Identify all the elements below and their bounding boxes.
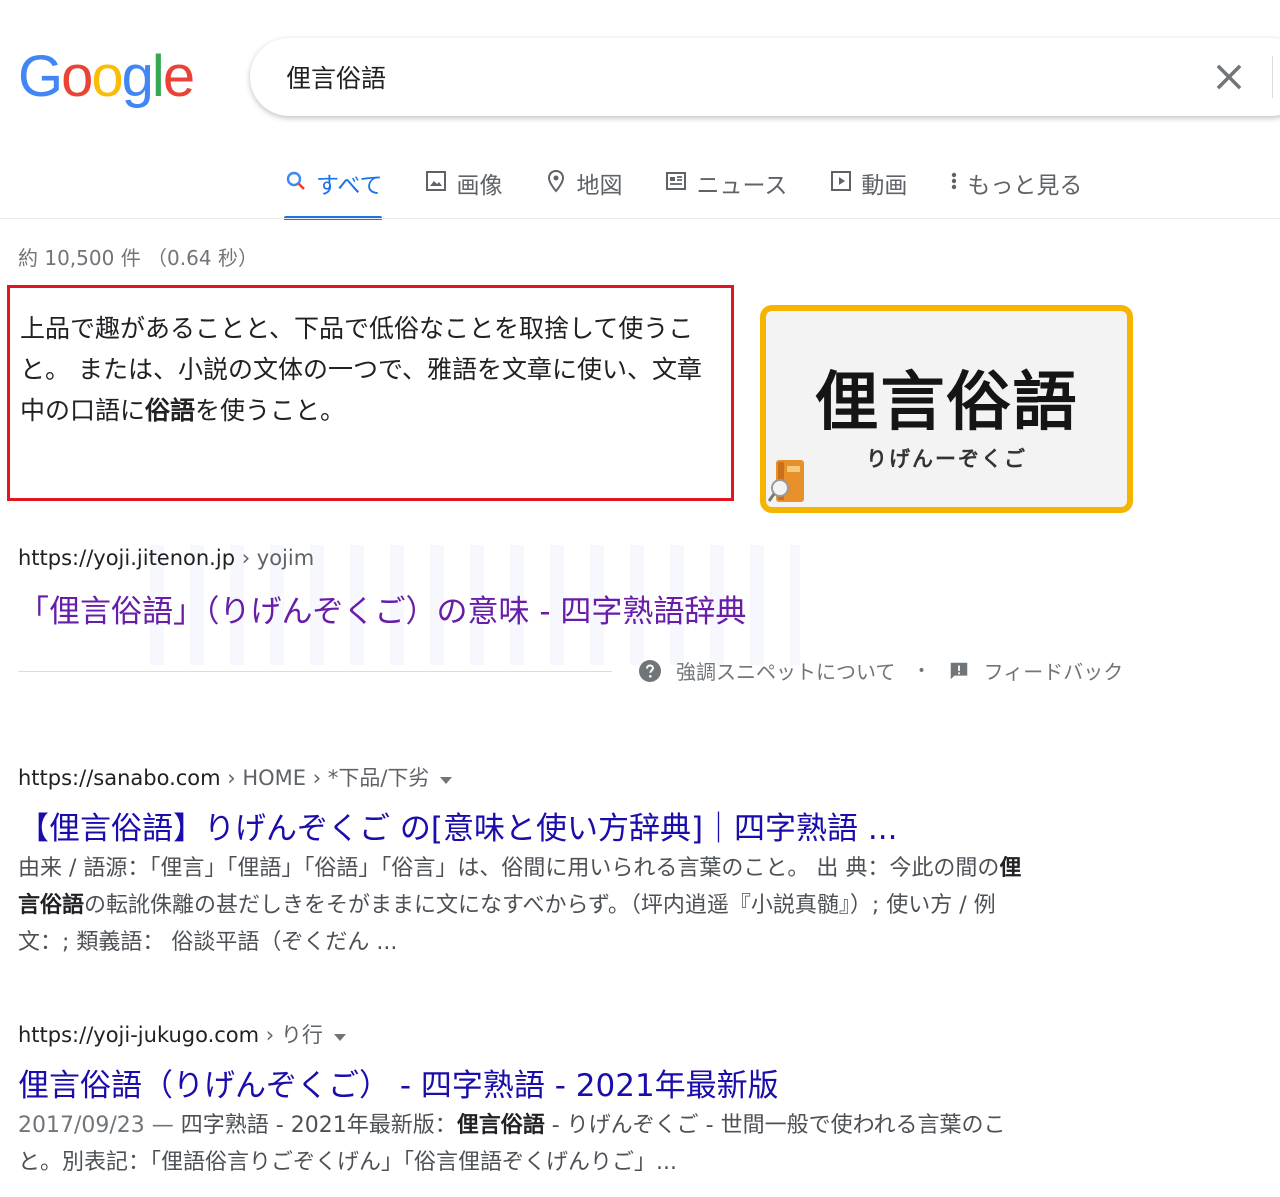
snippet-text-part: を使うこと。 <box>195 396 346 425</box>
snippet-bold-term: 俗語 <box>145 396 196 425</box>
cite-path: › り行 <box>259 1023 323 1047</box>
search-icon <box>286 171 305 190</box>
result-description: 由来 / 語源：「俚言」「俚語」「俗語」「俗言」は、俗間に用いられる言葉のこと。… <box>18 850 1038 961</box>
search-box-divider <box>1272 56 1273 98</box>
tab-images[interactable]: 画像 <box>424 160 502 220</box>
result-date: 2017/09/23 — <box>18 1113 181 1138</box>
thumbnail-subtitle: りげんーぞくご <box>866 446 1027 471</box>
result-cite: https://sanabo.com › HOME › *下品/下劣 <box>18 762 453 792</box>
result-title[interactable]: 俚言俗語（りげんぞくご） - 四字熟語 - 2021年最新版 <box>18 1060 779 1105</box>
tab-label: 画像 <box>456 173 503 199</box>
tab-label: ニュース <box>696 173 788 199</box>
featured-snippet-text: 上品で趣があることと、下品で低俗なことを取捨して使うこと。 または、小説の文体の… <box>20 308 720 431</box>
logo-letter: l <box>151 44 165 109</box>
tab-label: もっと見る <box>967 173 1083 199</box>
snippet-cite: https://yoji.jitenon.jp › yojim <box>18 546 314 570</box>
logo-letter: o <box>61 44 93 109</box>
snippet-result-title[interactable]: 「俚言俗語」（りげんぞくご）の意味 - 四字熟語辞典 <box>18 586 746 631</box>
about-featured-snippets-link[interactable]: 強調スニペットについて <box>638 656 895 685</box>
tab-label: 動画 <box>861 173 908 199</box>
tab-news[interactable]: ニュース <box>664 160 787 220</box>
tab-all[interactable]: すべて <box>284 160 383 220</box>
search-tabs: すべて 画像 地図 ニュース 動画 もっと見る <box>284 160 1124 220</box>
result-cite: https://yoji-jukugo.com › り行 <box>18 1019 347 1049</box>
result-menu-button[interactable] <box>333 1024 347 1048</box>
result-menu-button[interactable] <box>439 767 453 791</box>
map-pin-icon <box>548 169 565 193</box>
logo-letter: e <box>162 44 195 109</box>
cite-domain: https://yoji-jukugo.com <box>18 1023 260 1047</box>
result-title[interactable]: 【俚言俗語】りげんぞくご の[意味と使い方辞典]｜四字熟語 ... <box>18 803 897 848</box>
desc-part: 由来 / 語源：「俚言」「俚語」「俗語」「俗言」は、俗間に用いられる言葉のこと。… <box>18 856 1000 881</box>
thumbnail-title: 俚言俗語 <box>814 365 1079 440</box>
more-vert-icon <box>952 172 957 190</box>
desc-part: の転訛侏離の甚だしきをそがままに文になすべからず。（坪内逍遥『小説真髄』）; 使… <box>18 893 996 955</box>
tab-videos[interactable]: 動画 <box>829 160 907 220</box>
result-description: 2017/09/23 — 四字熟語 - 2021年最新版：俚言俗語 - りげんぞ… <box>18 1107 1038 1181</box>
tab-maps[interactable]: 地図 <box>544 160 622 220</box>
cite-path: › yojim <box>235 546 315 570</box>
caret-down-icon <box>333 1034 346 1041</box>
about-label: 強調スニペットについて <box>676 660 896 684</box>
tab-more[interactable]: もっと見る <box>949 160 1082 220</box>
feedback-icon <box>950 662 967 679</box>
cite-path: › HOME › *下品/下劣 <box>220 766 430 790</box>
cite-domain: https://yoji.jitenon.jp <box>18 546 236 570</box>
snippet-thumbnail[interactable]: 俚言俗語 りげんーぞくご <box>760 305 1133 513</box>
logo-letter: o <box>91 44 123 109</box>
google-logo[interactable]: Google <box>18 44 195 109</box>
tab-label: 地図 <box>576 173 623 199</box>
book-icon <box>768 460 804 502</box>
cite-domain: https://sanabo.com <box>18 766 221 790</box>
logo-letter: g <box>121 44 154 109</box>
snippet-footer: 強調スニペットについて • フィードバック <box>638 656 1123 685</box>
news-icon <box>666 172 687 190</box>
logo-letter: G <box>18 44 63 109</box>
search-box <box>250 38 1280 116</box>
search-input[interactable] <box>286 58 1166 96</box>
feedback-label: フィードバック <box>983 660 1124 684</box>
caret-down-icon <box>440 777 453 784</box>
tab-label: すべて <box>316 173 383 199</box>
snippet-text-part: 上品で趣があることと、下品で低俗なことを取捨して使うこと。 または、小説の文体の… <box>20 314 702 425</box>
help-icon <box>639 659 661 682</box>
desc-part: 四字熟語 - 2021年最新版： <box>180 1113 457 1138</box>
image-icon <box>426 171 447 191</box>
desc-bold-term: 俚言俗語 <box>456 1113 545 1138</box>
tabs-divider <box>0 218 1280 219</box>
video-icon <box>831 171 852 191</box>
separator-dot: • <box>917 662 926 679</box>
feedback-link[interactable]: フィードバック <box>948 656 1124 685</box>
snippet-divider <box>18 671 612 672</box>
result-stats: 約 10,500 件 （0.64 秒） <box>18 246 258 270</box>
close-icon <box>1216 64 1242 90</box>
clear-search-button[interactable] <box>1210 58 1248 96</box>
featured-snippet-box: 上品で趣があることと、下品で低俗なことを取捨して使うこと。 または、小説の文体の… <box>7 285 734 501</box>
